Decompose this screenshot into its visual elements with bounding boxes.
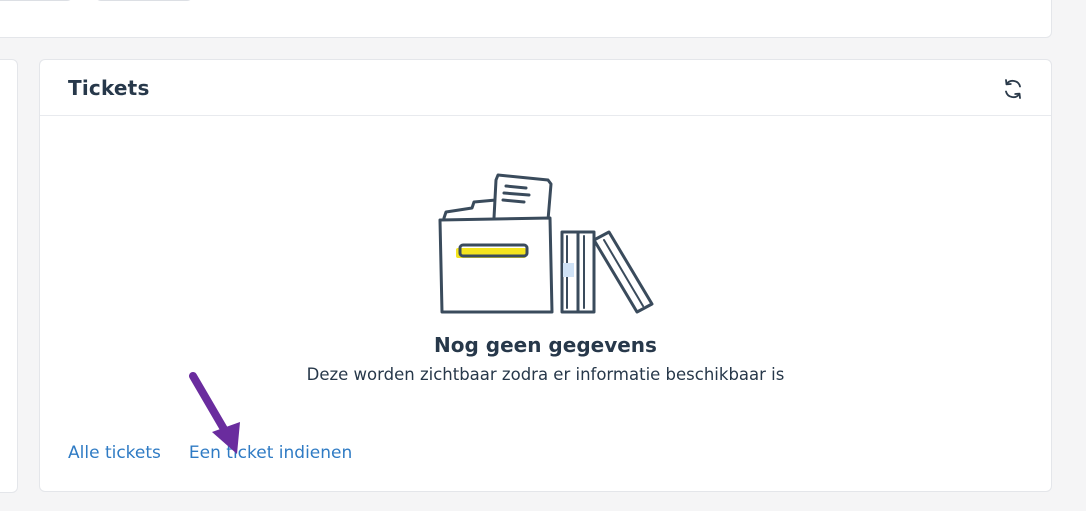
tickets-card-header: Tickets xyxy=(40,60,1051,116)
refresh-icon[interactable] xyxy=(1001,77,1025,101)
all-tickets-link[interactable]: Alle tickets xyxy=(68,443,161,463)
submit-ticket-link[interactable]: Een ticket indienen xyxy=(189,443,352,463)
tickets-card-title: Tickets xyxy=(68,76,150,100)
top-card-button-1[interactable] xyxy=(0,0,73,1)
tickets-footer-links: Alle tickets Een ticket indienen xyxy=(68,443,352,463)
tickets-card: Tickets Nog geen gegevens Deze worden zi… xyxy=(39,59,1052,492)
top-card-button-2[interactable] xyxy=(95,0,193,1)
empty-state-illustration xyxy=(434,172,658,317)
top-card xyxy=(0,0,1052,38)
page: Tickets Nog geen gegevens Deze worden zi… xyxy=(0,0,1086,511)
empty-state-subtitle: Deze worden zichtbaar zodra er informati… xyxy=(306,365,785,384)
left-card xyxy=(0,59,18,493)
empty-state-title: Nog geen gegevens xyxy=(434,333,657,357)
